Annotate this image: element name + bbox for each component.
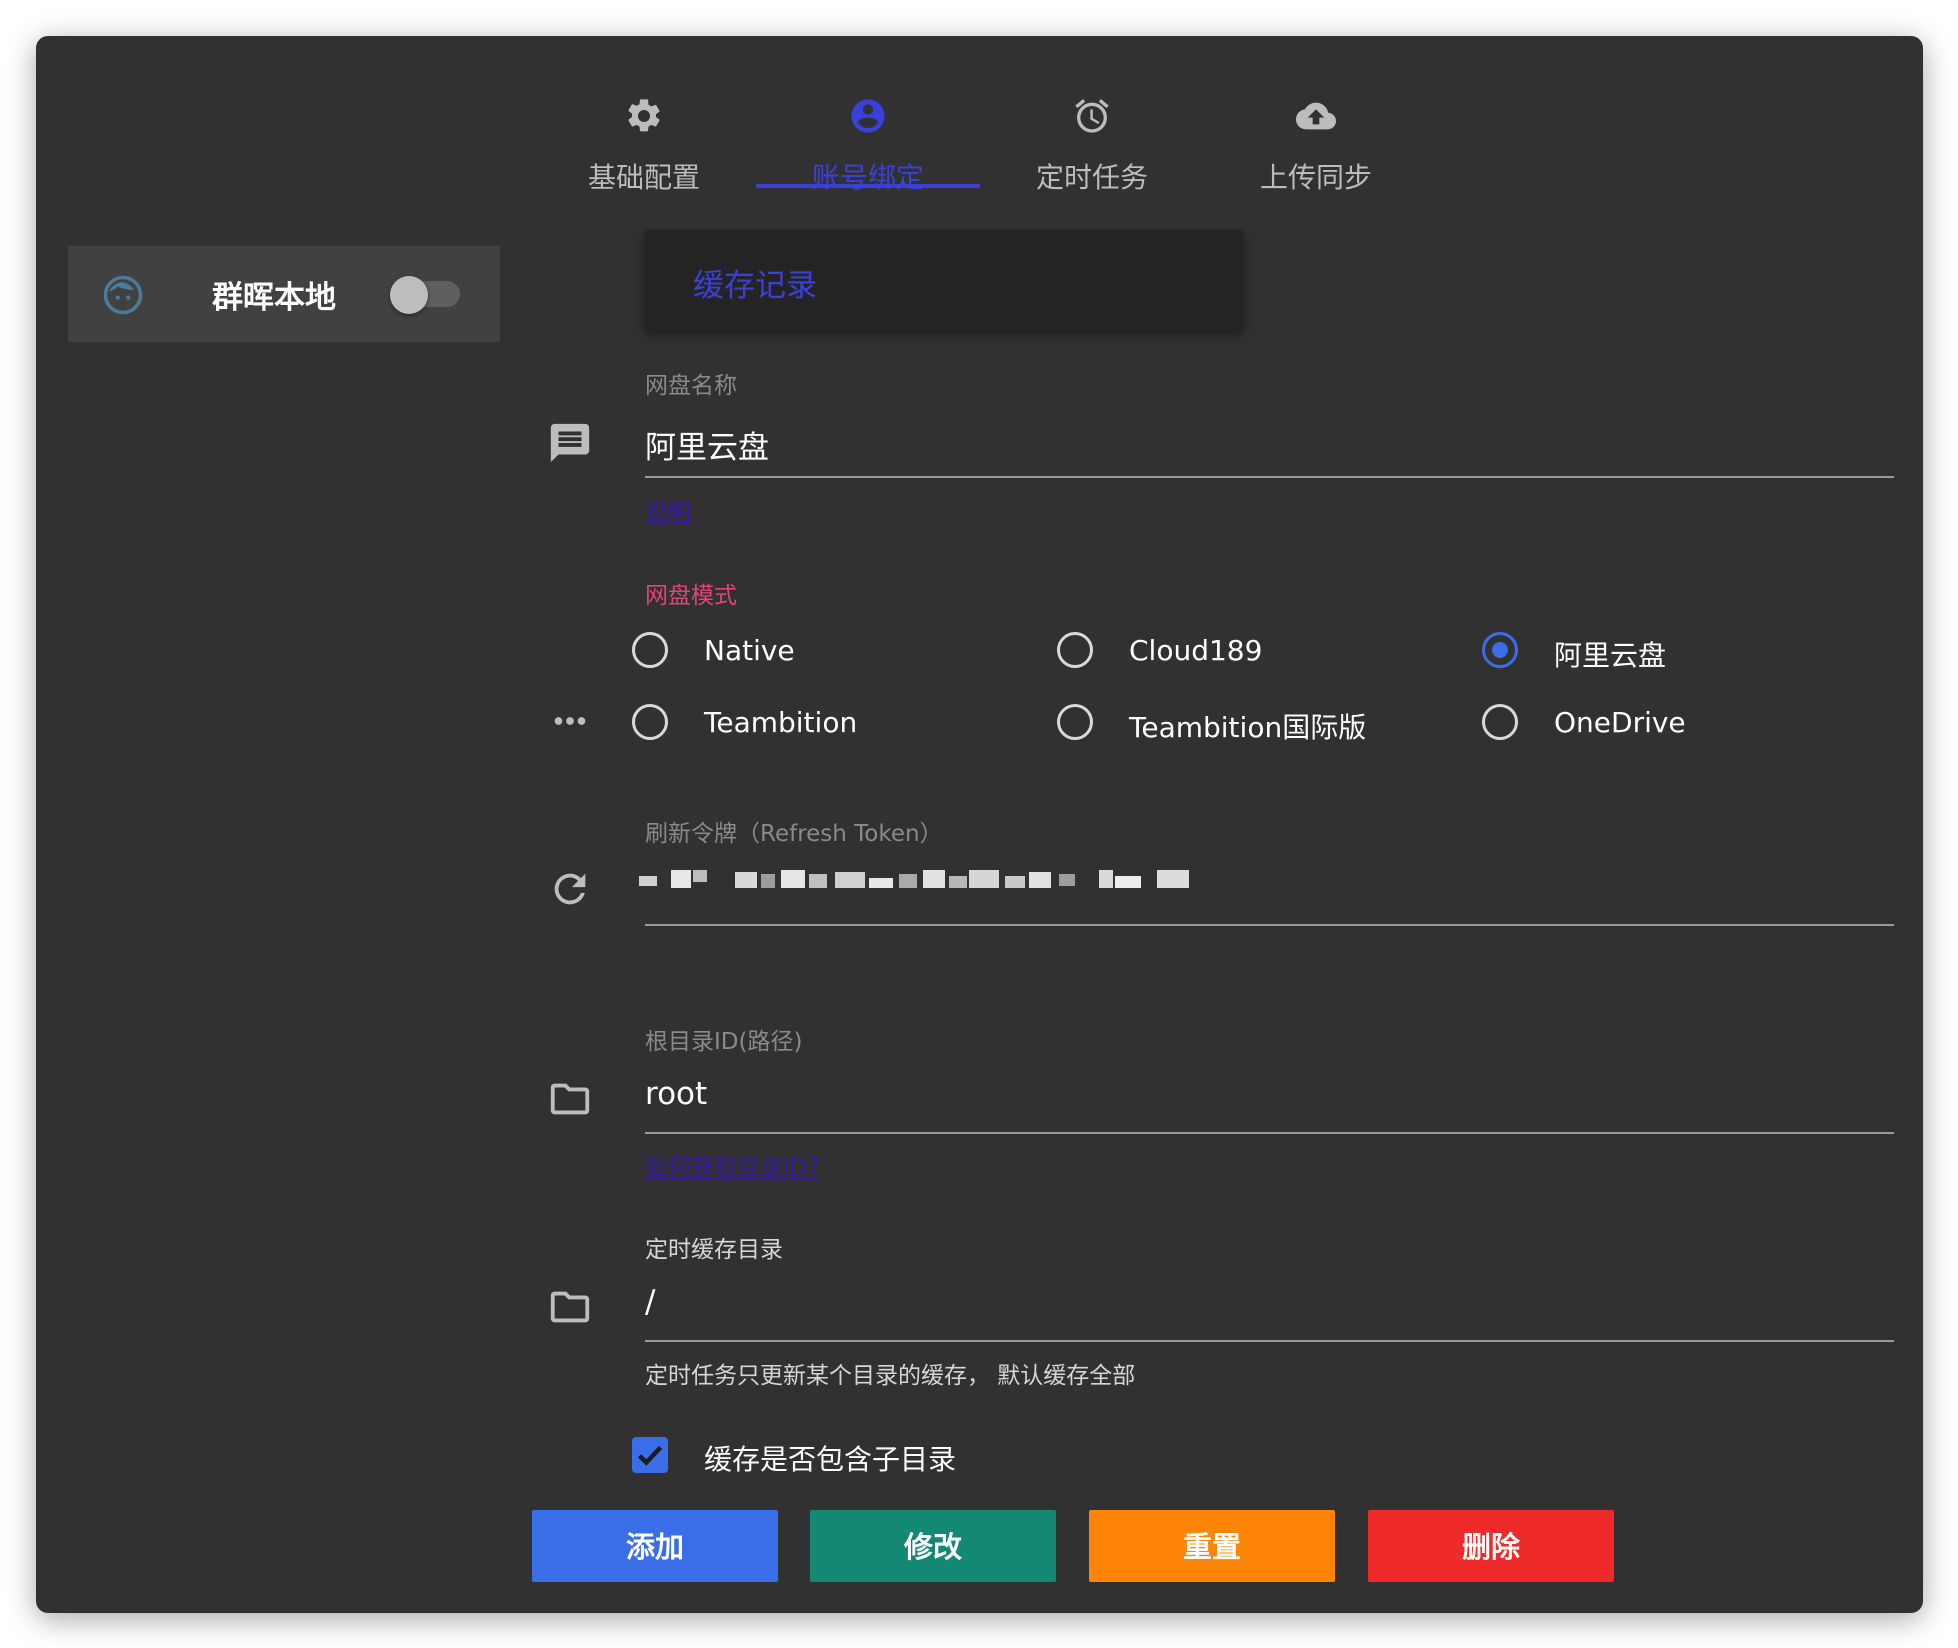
alarm-clock-icon <box>1075 99 1109 133</box>
account-name: 群晖本地 <box>212 280 336 316</box>
cache-dir-underline <box>645 1340 1894 1342</box>
folder-icon <box>550 1083 590 1115</box>
toggle-thumb[interactable] <box>390 276 428 314</box>
tab-basic-config[interactable]: 基础配置 <box>532 56 756 206</box>
cache-record-label: 缓存记录 <box>693 268 817 304</box>
check-icon <box>637 1445 663 1466</box>
drive-name-underline <box>645 476 1894 478</box>
folder-icon <box>550 1291 590 1323</box>
radio-label-cloud189: Cloud189 <box>1129 634 1263 667</box>
include-subdirs-label: 缓存是否包含子目录 <box>704 1443 957 1476</box>
tab-label: 定时任务 <box>1035 161 1148 194</box>
radio-aliyun[interactable] <box>1482 632 1518 668</box>
radio-label-aliyun: 阿里云盘 <box>1554 639 1667 672</box>
root-dir-label: 根目录ID(路径) <box>645 1029 803 1055</box>
tab-scheduled-tasks[interactable]: 定时任务 <box>980 56 1204 206</box>
face-icon <box>103 275 143 315</box>
radio-cloud189[interactable] <box>1057 632 1093 668</box>
reset-button[interactable]: 重置 <box>1089 1510 1335 1582</box>
reset-button-label: 重置 <box>1182 1530 1241 1564</box>
cache-record-card[interactable]: 缓存记录 <box>645 230 1243 330</box>
tab-label: 账号绑定 <box>811 161 924 194</box>
radio-label-onedrive: OneDrive <box>1554 706 1686 739</box>
edit-button[interactable]: 修改 <box>810 1510 1056 1582</box>
active-tab-indicator <box>756 184 980 188</box>
drive-name-label: 网盘名称 <box>645 373 737 399</box>
radio-onedrive[interactable] <box>1482 704 1518 740</box>
tab-upload-sync[interactable]: 上传同步 <box>1204 56 1428 206</box>
radio-label-teambition: Teambition <box>704 706 858 739</box>
more-dots-icon <box>554 717 586 725</box>
include-subdirs-checkbox[interactable] <box>632 1437 668 1473</box>
cache-dir-label: 定时缓存目录 <box>645 1237 783 1263</box>
delete-button-label: 删除 <box>1461 1530 1520 1564</box>
refresh-token-underline <box>645 924 1894 926</box>
root-dir-help-link[interactable]: 如何获取目录ID? <box>645 1148 820 1182</box>
sidebar-item-account[interactable]: 群晖本地 <box>68 246 500 342</box>
add-button[interactable]: 添加 <box>532 1510 778 1582</box>
cache-dir-hint: 定时任务只更新某个目录的缓存， 默认缓存全部 <box>645 1363 1136 1389</box>
delete-button[interactable]: 删除 <box>1368 1510 1614 1582</box>
radio-label-teambition-intl: Teambition国际版 <box>1129 711 1367 744</box>
root-dir-input[interactable]: root <box>645 1076 707 1112</box>
drive-mode-label: 网盘模式 <box>645 583 737 609</box>
tab-label: 基础配置 <box>587 161 700 194</box>
radio-label-native: Native <box>704 634 795 667</box>
drive-name-help-link[interactable]: 说明 <box>645 492 691 526</box>
edit-button-label: 修改 <box>903 1530 962 1564</box>
cloud-upload-icon <box>1296 102 1336 130</box>
tab-label: 上传同步 <box>1259 161 1372 194</box>
account-circle-icon <box>851 99 885 133</box>
drive-name-input[interactable]: 阿里云盘 <box>645 422 769 467</box>
cache-dir-input[interactable]: / <box>645 1284 655 1320</box>
radio-teambition-intl[interactable] <box>1057 704 1093 740</box>
message-icon <box>550 423 590 463</box>
refresh-token-input[interactable] <box>639 868 1189 892</box>
radio-teambition[interactable] <box>632 704 668 740</box>
add-button-label: 添加 <box>625 1530 684 1564</box>
radio-native[interactable] <box>632 632 668 668</box>
root-dir-underline <box>645 1132 1894 1134</box>
gear-icon <box>628 99 660 132</box>
refresh-token-label: 刷新令牌（Refresh Token） <box>645 821 943 847</box>
app-window: 基础配置 账号绑定 定时任务 上传同步 群晖本地 缓存记录 网盘名称 阿里云盘 … <box>36 36 1923 1613</box>
refresh-icon <box>554 873 586 905</box>
